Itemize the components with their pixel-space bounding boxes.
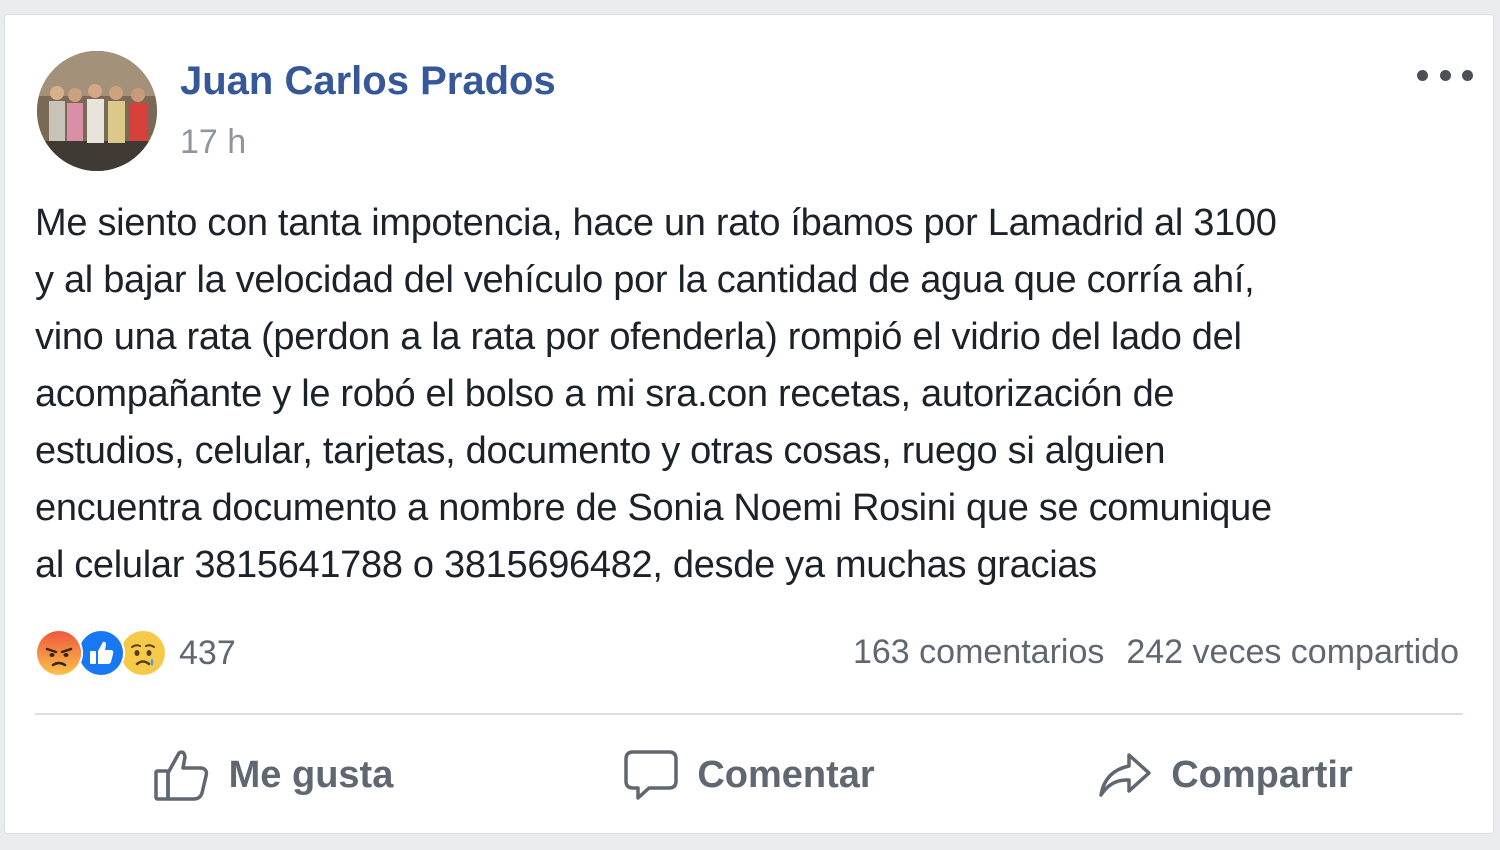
reactions-summary[interactable]: 437	[35, 627, 236, 679]
post-text-line: Me siento con tanta impotencia, hace un …	[35, 202, 1277, 244]
like-button[interactable]: Me gusta	[35, 727, 511, 823]
comment-bubble-icon	[624, 750, 679, 800]
post-text-line: encuentra documento a nombre de Sonia No…	[35, 487, 1272, 529]
author-avatar[interactable]	[37, 51, 157, 171]
post-text-line: al celular 3815641788 o 3815696482, desd…	[35, 544, 1097, 586]
post-text-line: acompañante y le robó el bolso a mi sra.…	[35, 373, 1175, 415]
post-card: Juan Carlos Prados 17 h Me siento con ta…	[4, 14, 1494, 834]
post-body: Me siento con tanta impotencia, hace un …	[35, 195, 1465, 594]
thumbs-up-icon	[153, 750, 208, 801]
post-text-line: vino una rata (perdon a la rata por ofen…	[35, 316, 1242, 358]
post-stats: 163 comentarios 242 veces compartido	[853, 633, 1459, 672]
author-name[interactable]: Juan Carlos Prados	[180, 59, 556, 104]
like-button-label: Me gusta	[228, 753, 394, 796]
avatar-photo	[37, 51, 157, 171]
shares-count-link[interactable]: 242 veces compartido	[1126, 633, 1459, 672]
share-button[interactable]: Compartir	[987, 727, 1463, 823]
post-text-line: y al bajar la velocidad del vehículo por…	[35, 259, 1255, 301]
actions-divider	[35, 713, 1463, 715]
comment-button[interactable]: Comentar	[511, 727, 987, 823]
more-options-button[interactable]	[1417, 63, 1473, 87]
post-actions-bar: Me gusta Comentar Compartir	[35, 727, 1463, 823]
share-button-label: Compartir	[1171, 753, 1353, 796]
feed-gap	[0, 836, 1500, 850]
post-text-line: estudios, celular, tarjetas, documento y…	[35, 430, 1166, 472]
more-dot-icon	[1462, 69, 1473, 81]
reaction-count: 437	[179, 633, 236, 672]
post-timestamp[interactable]: 17 h	[180, 123, 246, 162]
comment-button-label: Comentar	[697, 753, 875, 796]
angry-icon	[35, 629, 83, 677]
share-arrow-icon	[1099, 753, 1151, 797]
sad-icon	[119, 629, 167, 677]
like-icon	[77, 629, 125, 677]
more-dot-icon	[1417, 69, 1428, 81]
comments-count-link[interactable]: 163 comentarios	[853, 633, 1104, 672]
more-dot-icon	[1439, 69, 1451, 81]
